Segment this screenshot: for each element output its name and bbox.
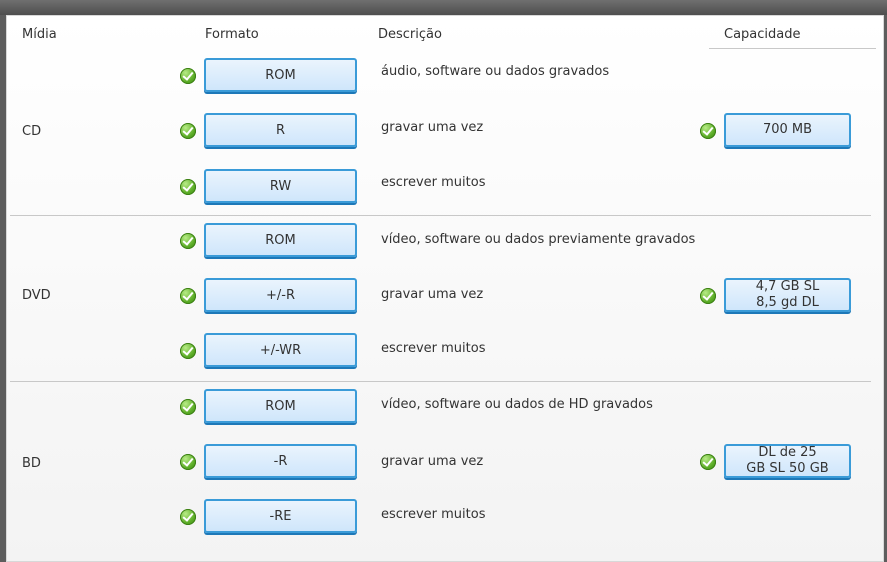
media-label-dvd: DVD <box>22 288 51 303</box>
media-label-bd: BD <box>22 456 41 471</box>
check-circle-icon <box>180 179 196 195</box>
format-button-bd-r[interactable]: -R <box>204 444 357 478</box>
description-cd-r: gravar uma vez <box>381 120 484 135</box>
description-bd-rom: vídeo, software ou dados de HD gravados <box>381 397 653 412</box>
check-circle-icon <box>180 454 196 470</box>
format-button-bd-rom[interactable]: ROM <box>204 389 357 423</box>
check-circle-icon <box>180 233 196 249</box>
check-circle-icon <box>180 509 196 525</box>
check-circle-icon <box>700 123 716 139</box>
format-button-bd-re[interactable]: -RE <box>204 499 357 533</box>
capacity-line: DL de 25 <box>758 445 817 460</box>
top-strip <box>0 0 887 15</box>
check-circle-icon <box>180 399 196 415</box>
description-cd-rw: escrever muitos <box>381 175 486 190</box>
check-circle-icon <box>700 454 716 470</box>
capacity-line: 8,5 gd DL <box>756 295 819 310</box>
window-frame: Mídia Formato Descrição Capacidade CD RO… <box>0 0 887 562</box>
format-button-dvd-rom[interactable]: ROM <box>204 223 357 257</box>
row-divider-2 <box>10 381 871 382</box>
check-circle-icon <box>180 68 196 84</box>
format-button-cd-r[interactable]: R <box>204 113 357 147</box>
description-dvd-rom: vídeo, software ou dados previamente gra… <box>381 232 696 247</box>
header-formato: Formato <box>205 27 259 42</box>
format-button-cd-rom[interactable]: ROM <box>204 58 357 92</box>
capacity-button-bd[interactable]: DL de 25 GB SL 50 GB <box>724 444 851 478</box>
capacity-line: 4,7 GB SL <box>755 279 820 294</box>
description-dvd-r: gravar uma vez <box>381 287 484 302</box>
capacity-button-cd[interactable]: 700 MB <box>724 113 851 147</box>
description-bd-r: gravar uma vez <box>381 454 484 469</box>
header-capacidade: Capacidade <box>724 27 801 42</box>
format-button-dvd-wr[interactable]: +/-WR <box>204 333 357 367</box>
description-dvd-wr: escrever muitos <box>381 341 486 356</box>
description-cd-rom: áudio, software ou dados gravados <box>381 64 610 79</box>
description-bd-re: escrever muitos <box>381 507 486 522</box>
check-circle-icon <box>700 288 716 304</box>
format-button-dvd-r[interactable]: +/-R <box>204 278 357 312</box>
format-button-cd-rw[interactable]: RW <box>204 169 357 203</box>
header-descricao: Descrição <box>378 27 442 42</box>
capacity-line: 700 MB <box>762 122 813 137</box>
capacity-line: GB SL 50 GB <box>746 461 829 476</box>
header-midia: Mídia <box>22 27 57 42</box>
row-divider-1 <box>10 215 871 216</box>
media-label-cd: CD <box>22 124 42 139</box>
check-circle-icon <box>180 288 196 304</box>
check-circle-icon <box>180 123 196 139</box>
capacity-button-dvd[interactable]: 4,7 GB SL 8,5 gd DL <box>724 278 851 312</box>
check-circle-icon <box>180 343 196 359</box>
header-divider <box>709 48 876 49</box>
